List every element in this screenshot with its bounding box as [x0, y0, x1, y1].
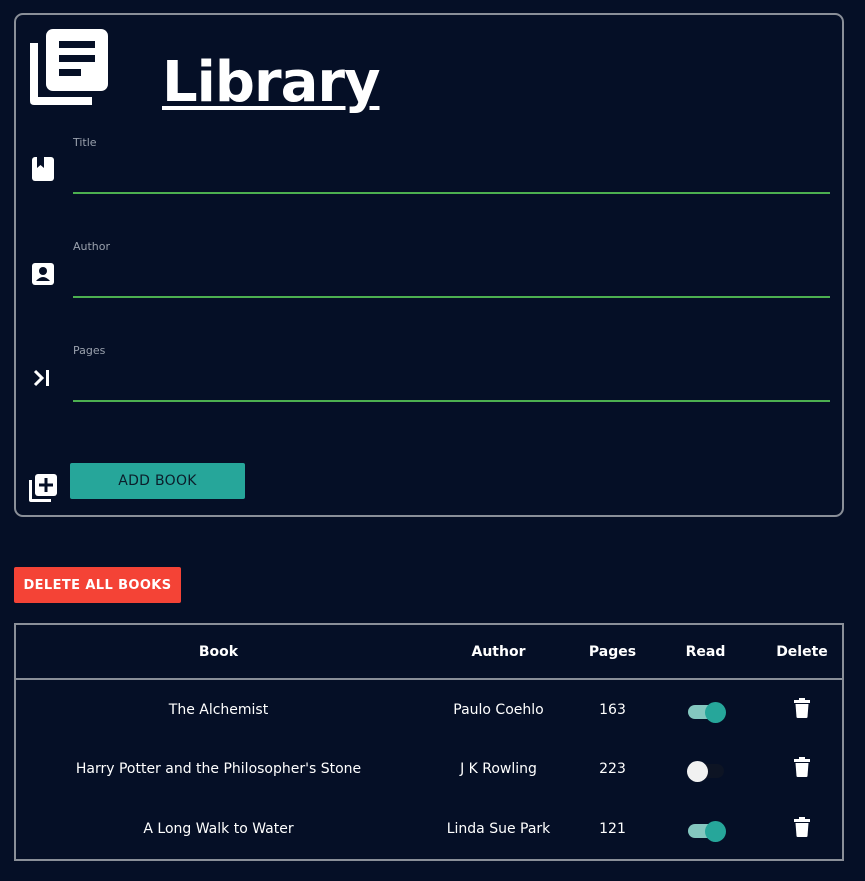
header-pages: Pages	[588, 643, 637, 660]
table-row: Harry Potter and the Philosopher's Stone…	[16, 739, 842, 799]
header-read: Read	[685, 643, 726, 660]
contact-person-icon	[32, 263, 54, 285]
delete-all-books-button[interactable]: DELETE ALL BOOKS	[14, 567, 181, 603]
library-books-icon	[30, 29, 108, 105]
trash-icon[interactable]	[794, 757, 810, 777]
add-book-button[interactable]: ADD BOOK	[70, 463, 245, 499]
table-header-row: Book Author Pages Read Delete	[16, 625, 842, 679]
author-cell: J K Rowling	[460, 761, 537, 777]
delete-cell	[762, 799, 842, 859]
table-row: A Long Walk to Water Linda Sue Park 121	[16, 799, 842, 859]
book-cell: A Long Walk to Water	[143, 821, 294, 837]
header-delete: Delete	[776, 643, 828, 660]
read-cell	[649, 799, 762, 859]
header-book: Book	[198, 643, 239, 660]
delete-cell	[762, 739, 842, 799]
trash-icon[interactable]	[794, 697, 810, 718]
library-add-icon	[29, 474, 57, 502]
trash-icon[interactable]	[794, 817, 810, 837]
add-book-form: Library Title Author Pages ADD BOOK	[14, 13, 844, 517]
pages-cell: 121	[599, 821, 626, 837]
page-title: Library	[162, 50, 380, 115]
author-cell: Paulo Coehlo	[453, 701, 544, 718]
book-cell: The Alchemist	[168, 701, 269, 718]
table-row: The Alchemist Paulo Coehlo 163	[16, 679, 842, 739]
read-toggle[interactable]	[686, 758, 724, 782]
delete-cell	[762, 679, 842, 739]
title-input[interactable]	[73, 164, 830, 194]
book-cell: Harry Potter and the Philosopher's Stone	[75, 761, 362, 777]
author-label: Author	[73, 240, 111, 253]
author-input[interactable]	[73, 268, 830, 298]
books-table: Book Author Pages Read Delete The Alchem…	[14, 623, 844, 861]
skip-next-icon	[33, 369, 49, 387]
read-toggle[interactable]	[687, 699, 726, 723]
read-cell	[649, 679, 762, 739]
pages-label: Pages	[73, 344, 106, 357]
bookmark-book-icon	[32, 157, 54, 181]
header-author: Author	[471, 643, 526, 660]
pages-cell: 163	[599, 701, 626, 718]
title-label: Title	[73, 136, 97, 149]
pages-input[interactable]	[73, 372, 830, 402]
pages-cell: 223	[599, 761, 626, 777]
read-cell	[649, 739, 762, 799]
read-toggle[interactable]	[687, 818, 726, 842]
author-cell: Linda Sue Park	[446, 821, 551, 837]
